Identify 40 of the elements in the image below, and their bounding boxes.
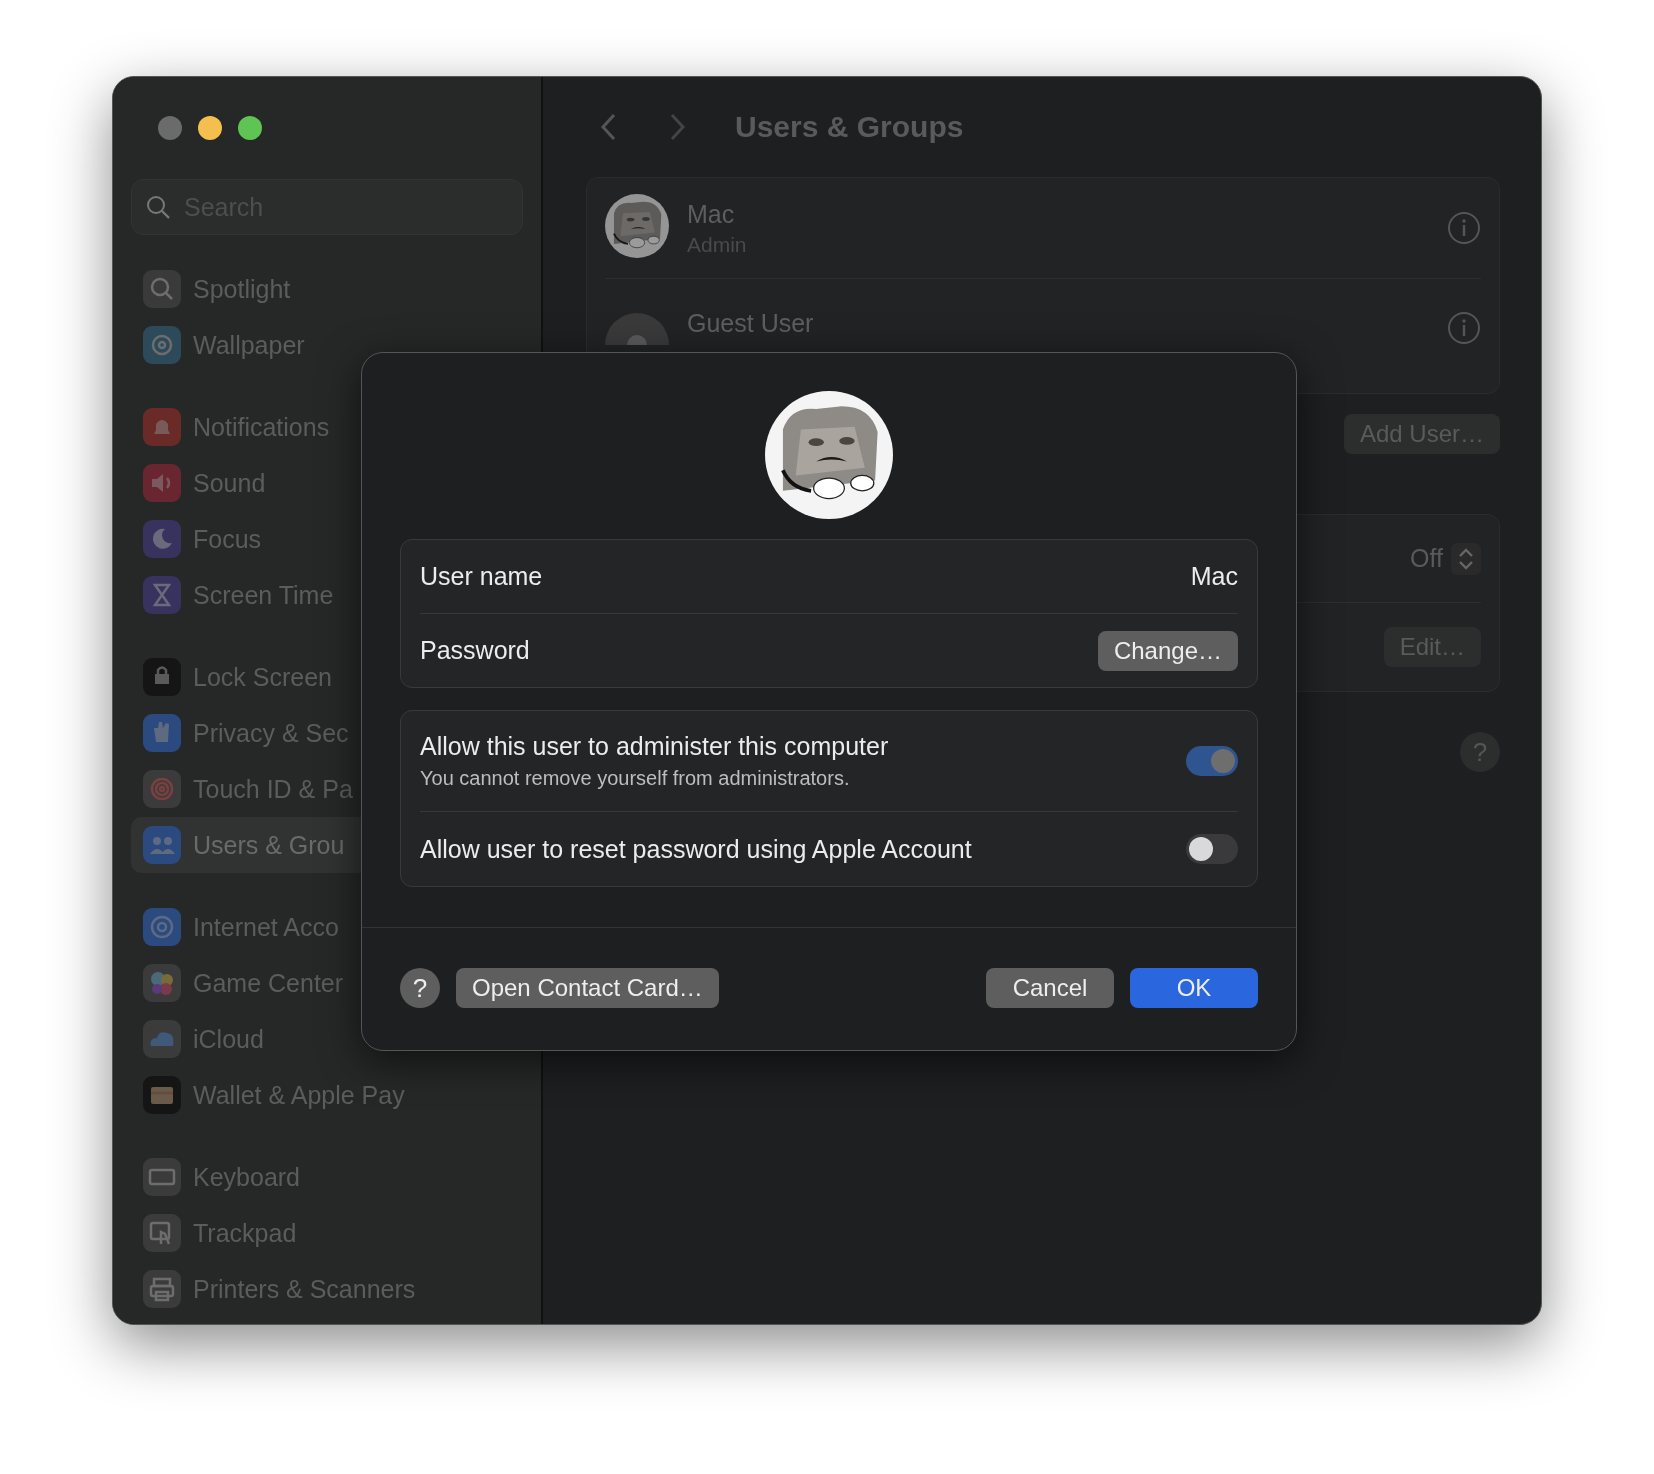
- window-title: Users & Groups: [735, 110, 964, 144]
- lock-icon: [143, 658, 181, 696]
- printer-icon: [143, 1270, 181, 1308]
- ok-button[interactable]: OK: [1130, 968, 1258, 1008]
- forward-icon[interactable]: [669, 112, 687, 142]
- cloud-icon: [143, 1020, 181, 1058]
- fingerprint-icon: [143, 770, 181, 808]
- field-label: Password: [420, 636, 530, 665]
- user-name: Guest User: [687, 309, 815, 338]
- bell-icon: [143, 408, 181, 446]
- cancel-button[interactable]: Cancel: [986, 968, 1114, 1008]
- avatar-icon: [605, 311, 669, 345]
- stepper-icon[interactable]: [1451, 542, 1481, 575]
- field-value: Mac: [1190, 562, 1238, 591]
- info-icon[interactable]: [1447, 311, 1481, 345]
- help-button[interactable]: ?: [400, 968, 440, 1008]
- search-icon: [145, 194, 171, 220]
- user-name: Mac: [687, 199, 736, 229]
- speaker-icon: [143, 464, 181, 502]
- help-button[interactable]: ?: [1460, 732, 1500, 772]
- bubbles-icon: [143, 964, 181, 1002]
- value-text: Off: [1410, 544, 1443, 573]
- moon-icon: [143, 520, 181, 558]
- toggle-label: Allow this user to administer this computer: [420, 732, 890, 761]
- minimize-button[interactable]: [198, 116, 222, 140]
- field-label: User name: [420, 562, 543, 591]
- people-icon: [143, 826, 181, 864]
- info-icon[interactable]: [1447, 211, 1481, 245]
- change-button[interactable]: Change…: [1097, 630, 1238, 671]
- toggle-switch[interactable]: [1186, 834, 1238, 864]
- magnifier-icon: [143, 270, 181, 308]
- back-icon[interactable]: [599, 112, 617, 142]
- zoom-button[interactable]: [238, 116, 262, 140]
- close-button[interactable]: [158, 116, 182, 140]
- pointer-icon: [143, 1214, 181, 1252]
- toggle-note: You cannot remove yourself from administrators.: [420, 767, 851, 790]
- toggle-switch[interactable]: [1186, 746, 1238, 776]
- wallet-icon: [143, 1076, 181, 1114]
- hourglass-icon: [143, 576, 181, 614]
- open-contact-card-button[interactable]: Open Contact Card…: [456, 968, 719, 1008]
